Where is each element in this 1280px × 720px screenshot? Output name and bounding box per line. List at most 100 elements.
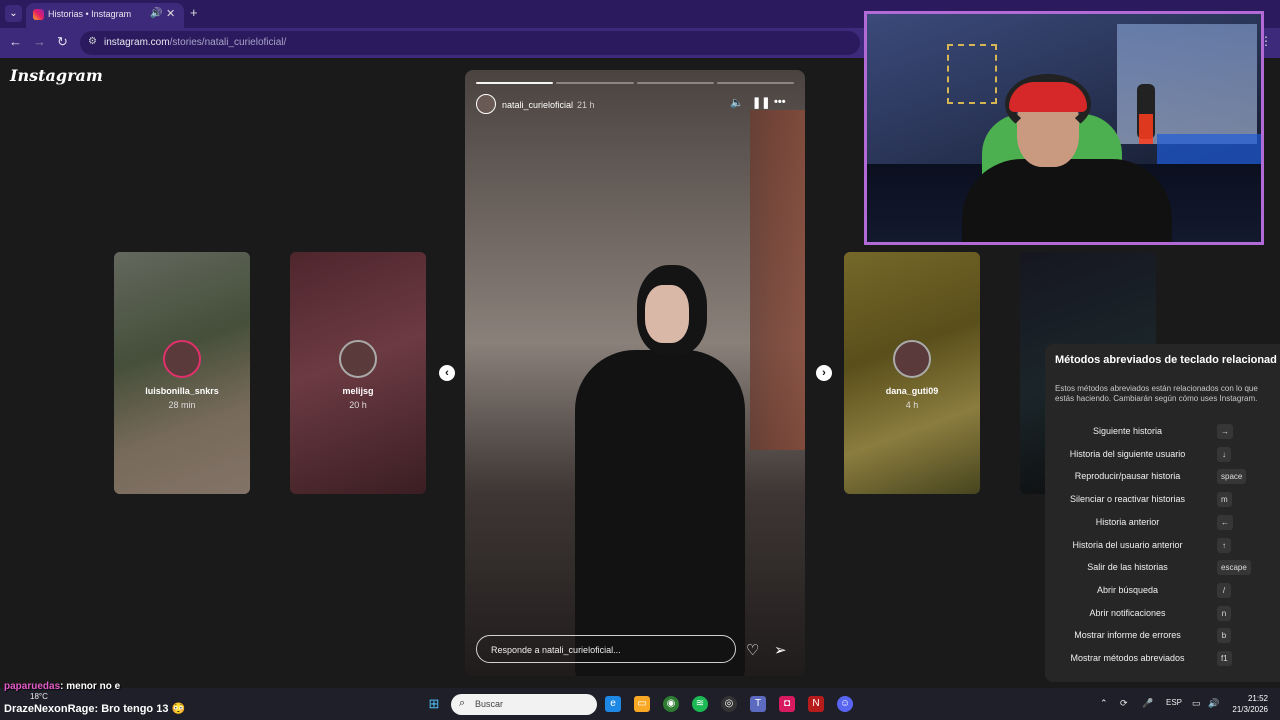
shortcuts-description: Estos métodos abreviados están relaciona… xyxy=(1055,384,1258,403)
side-story-time: 28 min xyxy=(168,400,196,410)
side-story-melijsg[interactable]: melijsg 20 h xyxy=(290,252,426,494)
shortcut-row: Abrir búsqueda / xyxy=(1045,581,1280,601)
volume-icon[interactable]: 🔈 xyxy=(730,96,744,109)
reply-placeholder: Responde a natali_curieloficial... xyxy=(491,645,621,655)
tab-title: Historias • Instagram xyxy=(48,9,132,19)
avatar xyxy=(893,340,931,378)
like-heart-icon[interactable]: ♡ xyxy=(746,641,759,659)
obs-icon[interactable]: ◎ xyxy=(721,696,737,712)
reply-input[interactable]: Responde a natali_curieloficial... xyxy=(476,635,736,663)
browser-tab-active[interactable]: Historias • Instagram 🔊 ✕ xyxy=(26,3,184,28)
stream-chat-message: paparuedas: menor no e xyxy=(4,681,120,692)
taskbar-clock[interactable]: 21:52 21/3/2026 xyxy=(1226,693,1268,715)
file-explorer-icon[interactable]: ▭ xyxy=(634,696,650,712)
weather-widget[interactable]: 18°C xyxy=(30,692,48,701)
clock-date: 21/3/2026 xyxy=(1232,705,1268,714)
shortcut-row: Mostrar informe de errores b xyxy=(1045,626,1280,646)
current-story[interactable]: natali_curieloficial 21 h 🔈 ❚❚ ••• Respon… xyxy=(465,70,805,676)
tab-search-button[interactable]: ⌄ xyxy=(5,5,22,22)
volume-icon[interactable]: 🔊 xyxy=(1208,698,1219,709)
side-story-luisbonilla[interactable]: luisbonilla_snkrs 28 min xyxy=(114,252,250,494)
side-story-time: 4 h xyxy=(905,400,919,410)
shortcut-key: / xyxy=(1217,582,1231,598)
shortcut-key: ↑ xyxy=(1217,537,1231,553)
shortcut-label: Historia del usuario anterior xyxy=(1072,539,1183,550)
tray-app-icon[interactable]: ⟳ xyxy=(1120,698,1128,709)
shortcut-label: Historia del siguiente usuario xyxy=(1069,448,1186,459)
forward-button[interactable]: → xyxy=(33,34,46,49)
search-placeholder: Buscar xyxy=(475,699,504,709)
shortcut-key: space xyxy=(1217,469,1247,485)
shortcut-label: Siguiente historia xyxy=(1092,426,1163,436)
streamer-webcam-overlay xyxy=(864,11,1264,245)
shortcut-row: Silenciar o reactivar historias m xyxy=(1045,490,1280,510)
tab-close-icon[interactable]: ✕ xyxy=(166,7,175,20)
taskbar-search-input[interactable]: ⌕ Buscar xyxy=(451,694,597,715)
microphone-icon[interactable]: 🎤 xyxy=(1142,698,1153,709)
send-icon[interactable]: ➢ xyxy=(774,641,787,659)
shortcut-key: escape xyxy=(1217,560,1251,576)
netflix-icon[interactable]: N xyxy=(808,696,824,712)
more-options-icon[interactable]: ••• xyxy=(774,96,786,108)
shortcut-row: Mostrar métodos abreviados f1 xyxy=(1045,649,1280,669)
chrome-icon[interactable]: ◉ xyxy=(663,696,679,712)
language-indicator[interactable]: ESP xyxy=(1166,698,1182,707)
chat-text: : menor no e xyxy=(60,681,121,692)
shortcut-key: n xyxy=(1217,605,1231,621)
story-progress-segment xyxy=(636,82,714,84)
tray-overflow-icon[interactable]: ⌃ xyxy=(1100,698,1108,709)
shortcut-key: ↓ xyxy=(1217,446,1231,462)
shortcut-row: Historia del siguiente usuario ↓ xyxy=(1045,445,1280,465)
shortcut-label: Abrir búsqueda xyxy=(1096,584,1159,595)
shortcut-label: Abrir notificaciones xyxy=(1089,607,1166,618)
network-icon[interactable]: ▭ xyxy=(1192,698,1201,709)
previous-story-button[interactable]: ‹ xyxy=(439,365,455,381)
story-progress-segment xyxy=(716,82,794,84)
instagram-logo[interactable]: Instagram xyxy=(10,66,103,85)
next-story-button[interactable]: › xyxy=(816,365,832,381)
shortcut-key: → xyxy=(1217,424,1233,439)
chat-username: DrazeNexonRage xyxy=(4,703,95,715)
stream-chat-message: DrazeNexonRage: Bro tengo 13 😳 xyxy=(4,702,185,715)
shortcut-label: Salir de las historias xyxy=(1087,562,1168,573)
teams-icon[interactable]: T xyxy=(750,696,766,712)
address-bar[interactable]: ⚙ instagram.com/stories/natali_curielofi… xyxy=(80,31,860,55)
avatar[interactable] xyxy=(476,94,496,114)
story-progress-bar xyxy=(476,82,794,84)
instagram-app-icon[interactable]: ◘ xyxy=(779,696,795,712)
chat-text: : Bro tengo 13 😳 xyxy=(94,703,186,715)
pause-icon[interactable]: ❚❚ xyxy=(752,96,770,109)
story-photo-person xyxy=(575,350,745,676)
url-text: instagram.com/stories/natali_curielofici… xyxy=(104,37,287,48)
windows-taskbar: 18°C ⊞ ⌕ Buscar e ▭ ◉ ≋ ◎ T ◘ N ☺ ⌃ ⟳ 🎤 … xyxy=(0,688,1280,720)
reload-button[interactable]: ↻ xyxy=(57,34,68,50)
story-progress-segment xyxy=(556,82,634,84)
shortcut-label: Mostrar métodos abreviados xyxy=(1070,653,1185,663)
story-username[interactable]: natali_curieloficial xyxy=(502,100,573,110)
chat-username: paparuedas xyxy=(4,681,61,692)
shortcut-row: Abrir notificaciones n xyxy=(1045,604,1280,624)
discord-icon[interactable]: ☺ xyxy=(837,696,853,712)
shortcut-key: ← xyxy=(1217,514,1233,530)
shortcuts-title: Métodos abreviados de teclado relacionad xyxy=(1055,354,1277,366)
back-button[interactable]: ← xyxy=(9,34,22,49)
story-time: 21 h xyxy=(577,100,595,110)
avatar xyxy=(339,340,377,378)
instagram-favicon-icon xyxy=(33,9,44,20)
shortcut-row: Historia anterior ← xyxy=(1045,513,1280,533)
shortcut-row: Historia del usuario anterior ↑ xyxy=(1045,536,1280,556)
avatar xyxy=(163,340,201,378)
spotify-icon[interactable]: ≋ xyxy=(692,696,708,712)
story-header: natali_curieloficial 21 h xyxy=(502,100,595,110)
tab-audio-icon[interactable]: 🔊 xyxy=(150,8,162,19)
shortcut-label: Historia anterior xyxy=(1095,516,1160,527)
new-tab-button[interactable]: + xyxy=(190,5,198,20)
side-story-username: luisbonilla_snkrs xyxy=(145,386,219,396)
shortcut-key: f1 xyxy=(1217,651,1232,666)
side-story-username: melijsg xyxy=(342,386,374,396)
site-info-icon[interactable]: ⚙ xyxy=(88,36,97,47)
search-icon: ⌕ xyxy=(459,697,466,709)
side-story-dana-guti09[interactable]: dana_guti09 4 h xyxy=(844,252,980,494)
windows-start-icon[interactable]: ⊞ xyxy=(426,696,442,712)
edge-icon[interactable]: e xyxy=(605,696,621,712)
